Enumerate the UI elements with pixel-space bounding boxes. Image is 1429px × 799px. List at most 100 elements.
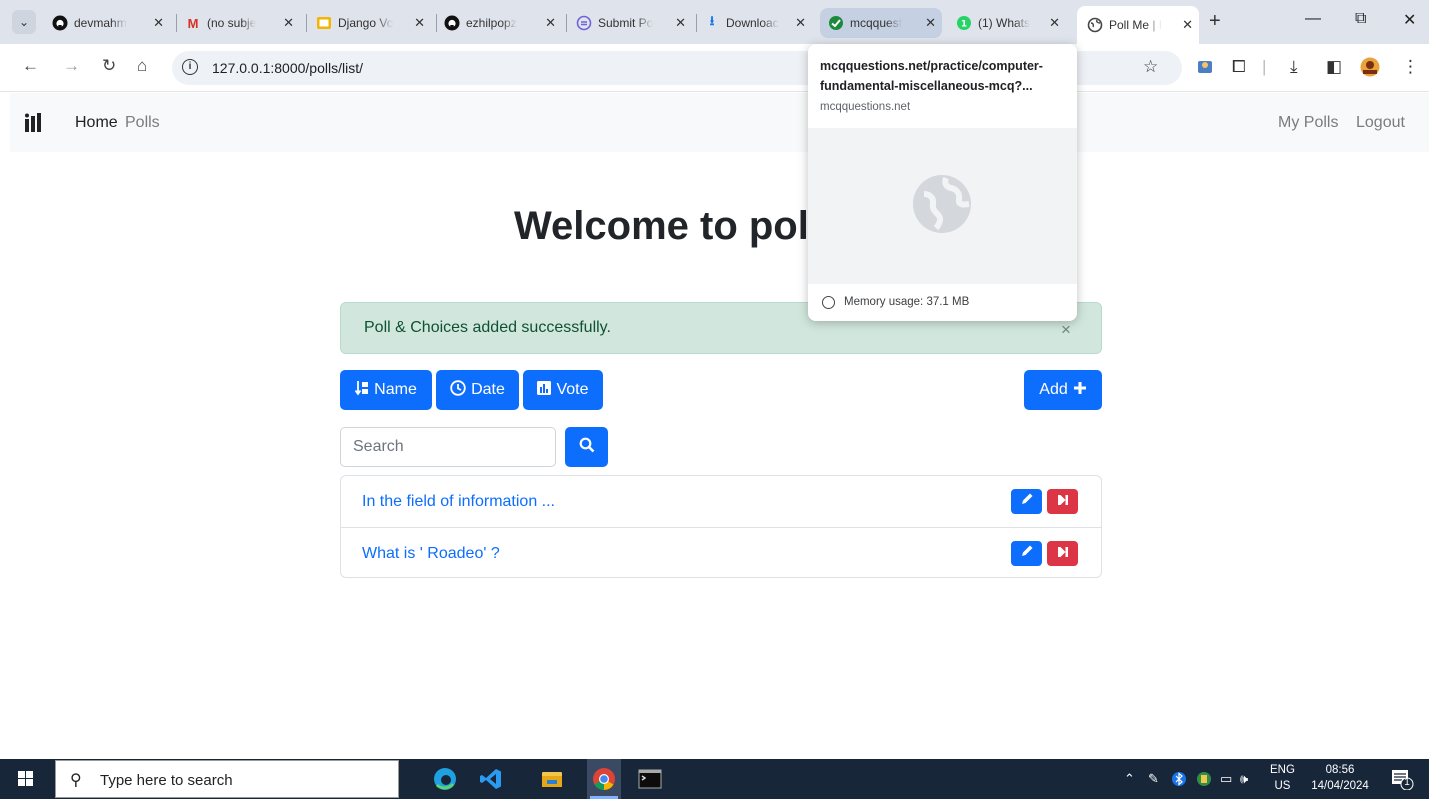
nav-logout-link[interactable]: Logout [1356,114,1405,132]
poll-question-link[interactable]: What is ' Roadeo' ? [362,545,500,563]
close-icon[interactable]: ✕ [1049,15,1060,31]
sort-by-name-label: Name [374,381,417,398]
close-icon[interactable]: ✕ [675,15,686,31]
url-text[interactable]: 127.0.0.1:8000/polls/list/ [212,60,363,76]
edit-poll-button[interactable] [1011,489,1042,514]
search-button[interactable] [565,427,608,467]
terminal-icon[interactable] [638,767,662,791]
close-icon[interactable]: ✕ [545,15,556,31]
github-icon [444,15,460,31]
edit-poll-button[interactable] [1011,541,1042,566]
forward-arrow-icon[interactable]: → [63,56,80,76]
extensions-puzzle-icon[interactable]: ⧠ [1232,57,1246,77]
vscode-icon[interactable] [479,767,503,791]
profile-avatar[interactable] [1360,57,1380,82]
hover-card-memory: Memory usage: 37.1 MB [844,296,970,308]
bookmark-star-icon[interactable]: ☆ [1143,57,1158,77]
tab-gmail[interactable]: M (no subje ✕ [185,8,300,38]
language-indicator[interactable]: ENG US [1270,762,1295,794]
add-poll-button[interactable]: Add [1024,370,1102,410]
reload-icon[interactable]: ↻ [102,56,116,76]
home-icon[interactable]: ⌂ [137,56,147,76]
close-icon[interactable]: ✕ [414,15,425,31]
delete-poll-button[interactable] [1047,541,1078,566]
delete-icon [1057,493,1069,511]
nav-my-polls-link[interactable]: My Polls [1278,114,1338,132]
pencil-icon [1020,544,1034,563]
windows-taskbar: ⚲ Type here to search ⌃ ✎ ▭ 🕪 ENG US 08:… [0,759,1429,799]
show-hidden-icons-chevron[interactable]: ⌃ [1124,771,1135,787]
close-icon[interactable]: ✕ [153,15,164,31]
new-tab-plus-icon[interactable]: + [1209,10,1221,33]
chrome-taskbar-button[interactable] [587,759,621,799]
poll-question-link[interactable]: In the field of information ... [362,493,555,511]
brand-logo-icon[interactable] [24,113,42,132]
taskbar-search-placeholder: Type here to search [100,772,233,789]
close-icon[interactable]: ✕ [1182,17,1193,33]
pen-workspace-icon[interactable]: ✎ [1148,771,1159,787]
tab-devmahm[interactable]: devmahm ✕ [52,8,170,38]
profile-extension-icon[interactable] [1196,57,1214,80]
tab-title: (1) Whats [978,16,1031,30]
sort-by-vote-button[interactable]: Vote [523,370,603,410]
volume-icon[interactable]: 🕪 [1240,771,1248,787]
nav-polls-link[interactable]: Polls [125,114,160,132]
sort-by-name-button[interactable]: Name [340,370,432,410]
edge-icon[interactable] [433,767,457,791]
search-icon: ⚲ [70,772,82,789]
close-icon[interactable]: ✕ [795,15,806,31]
tab-whatsapp[interactable]: 1 (1) Whats ✕ [956,8,1066,38]
windows-start-icon[interactable] [18,771,34,787]
tab-separator [436,14,437,32]
sort-by-vote-label: Vote [556,381,589,398]
tab-submit-poll[interactable]: Submit Po ✕ [576,8,692,38]
browser-tab-strip: ⌄ devmahm ✕ M (no subje ✕ Django Vo ✕ ez… [0,0,1429,44]
tab-download[interactable]: ⭳ Downloac ✕ [704,8,812,38]
tab-search-chevron-icon[interactable]: ⌄ [12,10,36,34]
site-info-icon[interactable]: i [182,59,198,75]
window-close-icon[interactable]: ✕ [1403,10,1416,30]
bar-chart-icon [537,380,552,400]
back-arrow-icon[interactable]: ← [22,56,39,76]
tab-poll-me[interactable]: Poll Me | I ✕ [1077,6,1199,44]
alert-close-icon[interactable]: × [1061,320,1071,340]
notifications-icon[interactable]: 1 [1390,768,1414,792]
region-code: US [1274,780,1291,792]
system-clock[interactable]: 08:56 14/04/2024 [1310,762,1370,794]
restore-icon[interactable]: ⧉ [1355,10,1366,28]
svg-text:1: 1 [961,20,967,30]
bluetooth-icon[interactable] [1172,771,1186,790]
toolbar-divider: | [1262,57,1267,76]
sort-by-date-button[interactable]: Date [436,370,519,410]
taskbar-search-box[interactable]: ⚲ Type here to search [55,760,399,798]
browser-toolbar: ← → ↻ ⌂ i 127.0.0.1:8000/polls/list/ ☆ ⧠… [0,44,1429,92]
tab-separator [306,14,307,32]
add-poll-label: Add [1039,381,1068,398]
tab-mcqquestions[interactable]: mcqquest ✕ [820,8,942,38]
whatsapp-icon: 1 [956,15,972,31]
tab-django-slides[interactable]: Django Vo ✕ [316,8,431,38]
minimize-icon[interactable]: — [1305,10,1321,28]
tab-ezhilpopz[interactable]: ezhilpopz ✕ [444,8,562,38]
tab-title: ezhilpopz [466,16,517,30]
gmail-icon: M [187,15,199,31]
search-input[interactable] [340,427,556,467]
side-panel-icon[interactable]: ◧ [1326,57,1342,77]
file-explorer-icon[interactable] [540,767,564,791]
language-code: ENG [1270,764,1295,776]
downloads-icon[interactable]: ⤓ [1290,57,1298,77]
battery-icon[interactable]: ▭ [1220,771,1232,787]
nav-home-link[interactable]: Home [75,114,118,132]
tab-title: (no subje [207,16,257,30]
hover-card-preview [808,128,1077,284]
close-icon[interactable]: ✕ [283,15,294,31]
network-status-icon[interactable] [1196,771,1212,790]
tab-title: devmahm [74,16,127,30]
list-item: What is ' Roadeo' ? [341,527,1101,578]
close-icon[interactable]: ✕ [925,15,936,31]
notification-count: 1 [1404,777,1410,788]
delete-poll-button[interactable] [1047,489,1078,514]
memory-gauge-icon [822,296,835,309]
sort-by-date-label: Date [471,381,505,398]
kebab-menu-icon[interactable]: ⋮ [1402,57,1419,77]
